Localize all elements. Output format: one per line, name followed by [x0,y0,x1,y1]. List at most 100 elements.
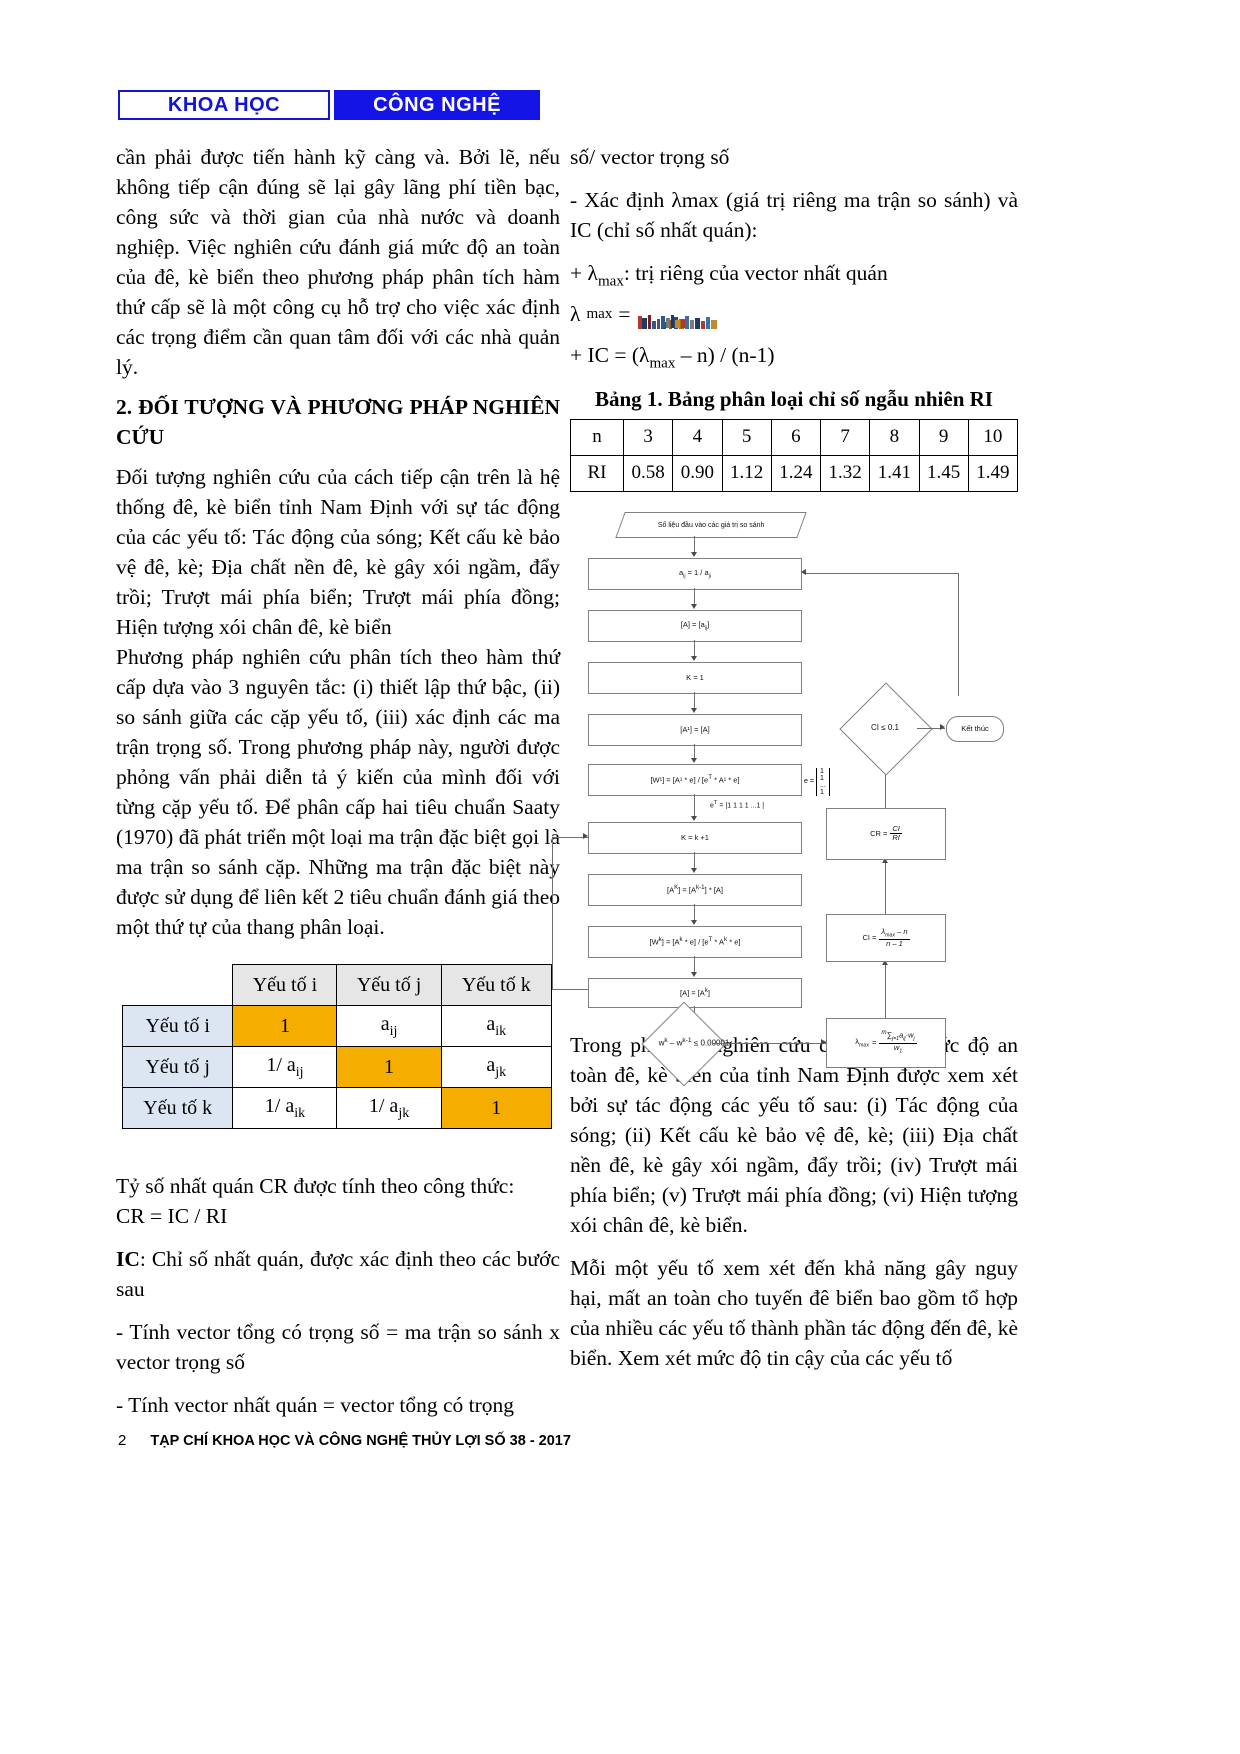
document-page: KHOA HỌC CÔNG NGHỆ cần phải được tiến hà… [0,0,1240,1754]
flow-connector [712,1042,826,1044]
flow-box-aij: aij = 1 / aji [588,557,802,590]
flow-box-aij-label: aij = 1 / aji [678,567,711,580]
lambda-symbol: λ [570,302,581,327]
bang1-n-value: 7 [819,418,871,456]
flow-connector [694,793,696,818]
flow-box-AK: [AK] = [Ak-1] * [A] [588,873,802,906]
matrix-cell-kj: 1/ ajk [336,1087,442,1129]
bang1-n-label: n [570,418,624,456]
bang1-n-value: 5 [721,418,772,456]
flow-box-k1-label: K = 1 [686,673,704,683]
flow-e-vector-values: 1 1 ... 1 [815,767,830,796]
flow-start-input: Số liệu đầu vào các giá trị so sánh [615,511,807,538]
flow-box-Wk-label: [Wk] = [Ak * e] / [eT * Ak * e] [649,936,741,947]
page-header-banner: KHOA HỌC CÔNG NGHỆ [118,90,540,120]
lambda-max-formula-row: λ max = [570,302,1018,329]
ahp-flowchart: Số liệu đầu vào các giá trị so sánh aij … [552,508,1018,1087]
flow-box-cr-label: CR = CI RI [870,824,902,843]
right-column: số/ vector trọng số - Xác định λmax (giá… [552,142,1019,1373]
right-paragraph-1: số/ vector trọng số [570,145,730,169]
flow-end-terminator: Kết thúc [946,715,1004,742]
flow-e-vector: e = 1 1 ... 1 [804,767,830,796]
matrix-col-header-j: Yếu tố j [336,964,442,1006]
right-paragraph-3: + λmax: trị riêng của vector nhất quán [570,258,1018,296]
matrix-cell-jj: 1 [336,1046,442,1088]
ic-formula-rest: – n) / (n-1) [675,343,775,368]
right-paragraph-after-flow-1: Trong phạm vi nghiên cứu của đề tài, mức… [570,1032,1018,1237]
flow-box-lambda-max: λmax = m∑j=1aij·wj w1 [826,1017,946,1068]
left-paragraph-2: Đối tượng nghiên cứu của cách tiếp cận t… [116,465,560,639]
flow-arrow-down-icon [690,971,697,977]
lambda-symbol-sub: max [586,306,613,323]
bang1-ri-label: RI [570,454,624,492]
flow-box-cr: CR = CI RI [826,807,946,860]
matrix-cell-kk: 1 [440,1087,553,1129]
flow-arrow-down-icon [690,603,697,609]
left-paragraph-6: - Tính vector tổng có trọng số = ma trận… [116,1320,560,1374]
ic-formula-paragraph: + IC = (λmax – n) / (n-1) [570,340,1018,378]
ic-rest-text: : Chỉ số nhất quán, được xác định theo c… [116,1247,560,1301]
flow-e-label: e = [804,778,814,786]
bang1-table: n 3 4 5 6 7 8 9 10 RI 0.58 0.90 1.12 1.2… [570,418,1019,492]
ic-formula-sub: max [649,355,676,372]
flow-decision-ci-label: CI ≤ 0.1 [871,723,899,733]
flow-arrow-down-icon [690,707,697,713]
matrix-cell-ij: aij [336,1005,442,1047]
flow-connector [885,857,887,914]
right-paragraph-after-flow-2: Mỗi một yếu tố xem xét đến khả năng gây … [570,1255,1018,1370]
flow-box-lambda-max-label: λmax = m∑j=1aij·wj w1 [855,1029,917,1055]
flow-arrow-down-icon [690,815,697,821]
flow-arrow-down-icon [690,919,697,925]
bang1-n-value: 9 [918,418,969,456]
right-paragraph-2: - Xác định λmax (giá trị riêng ma trận s… [570,188,1018,242]
flow-connector [958,572,960,696]
flow-arrow-down-icon [690,757,697,763]
matrix-row-header-j: Yếu tố j [121,1046,234,1088]
lambda-max-sub: max [597,273,624,290]
flow-end-label: Kết thúc [961,724,989,734]
matrix-cell-ji: 1/ aij [232,1046,338,1088]
bang1-n-value: 3 [622,418,674,456]
flow-box-k-equals-1: K = 1 [588,661,802,694]
page-footer: 2 TẠP CHÍ KHOA HỌC VÀ CÔNG NGHỆ THỦY LỢI… [118,1432,1018,1449]
ic-bold-label: IC [116,1247,140,1271]
header-khoa-hoc-label: KHOA HỌC [118,90,330,120]
bang1-ri-value: 1.32 [819,454,871,492]
left-column: cần phải được tiến hành kỹ càng và. Bởi … [116,142,560,1420]
matrix-row: Yếu tố k 1/ aik 1/ ajk 1 [121,1087,553,1129]
matrix-col-header-i: Yếu tố i [232,964,338,1006]
bang1-n-value: 10 [967,418,1019,456]
flow-box-A-equals-Ak: [A] = [Ak] [588,977,802,1008]
matrix-table: Yếu tố i Yếu tố j Yếu tố k Yếu tố i 1 ai… [121,964,553,1129]
matrix-row-header-i: Yếu tố i [121,1005,234,1047]
footer-page-number: 2 [118,1432,127,1449]
flow-arrow-right-icon [940,724,945,731]
flow-box-ci-label: CI = λmax – n n – 1 [862,926,910,948]
matrix-cell-jk: ajk [440,1046,553,1088]
left-paragraph-5: IC: Chỉ số nhất quán, được xác định theo… [116,1244,560,1304]
matrix-row: Yếu tố j 1/ aij 1 ajk [121,1046,553,1088]
bang1-ri-value: 1.12 [721,454,772,492]
flow-box-k-increment-label: K = k +1 [681,833,709,843]
flow-arrow-right-icon [583,833,588,840]
matrix-cell-ki: 1/ aik [232,1087,338,1129]
footer-journal-title: TẠP CHÍ KHOA HỌC VÀ CÔNG NGHỆ THỦY LỢI S… [150,1433,571,1449]
left-paragraph-4-line2: CR = IC / RI [116,1204,228,1228]
left-paragraph-3: Phương pháp nghiên cứu phân tích theo hà… [116,645,560,939]
pairwise-comparison-matrix: Yếu tố i Yếu tố j Yếu tố k Yếu tố i 1 ai… [116,964,560,1129]
flow-box-k-increment: K = k +1 [588,821,802,854]
matrix-row-header-k: Yếu tố k [121,1087,234,1129]
flow-box-W1: [W¹] = [A¹ * e] / [eT * A¹ * e] [588,763,802,796]
flow-arrow-down-icon [690,655,697,661]
flow-connector [885,959,887,1018]
flow-connector [806,572,958,574]
flow-box-Wk: [Wk] = [Ak * e] / [eT * Ak * e] [588,925,802,958]
matrix-cell-ii: 1 [232,1005,338,1047]
bang1-row-n: n 3 4 5 6 7 8 9 10 [570,418,1019,456]
flow-start-label: Số liệu đầu vào các giá trị so sánh [657,521,765,529]
flow-arrow-left-icon [801,569,806,576]
flow-box-A-Ak-label: [A] = [Ak] [679,987,711,998]
lambda-plus: + λ [570,261,598,285]
matrix-corner-cell [123,965,233,1006]
bang1-ri-value: 1.49 [967,454,1019,492]
